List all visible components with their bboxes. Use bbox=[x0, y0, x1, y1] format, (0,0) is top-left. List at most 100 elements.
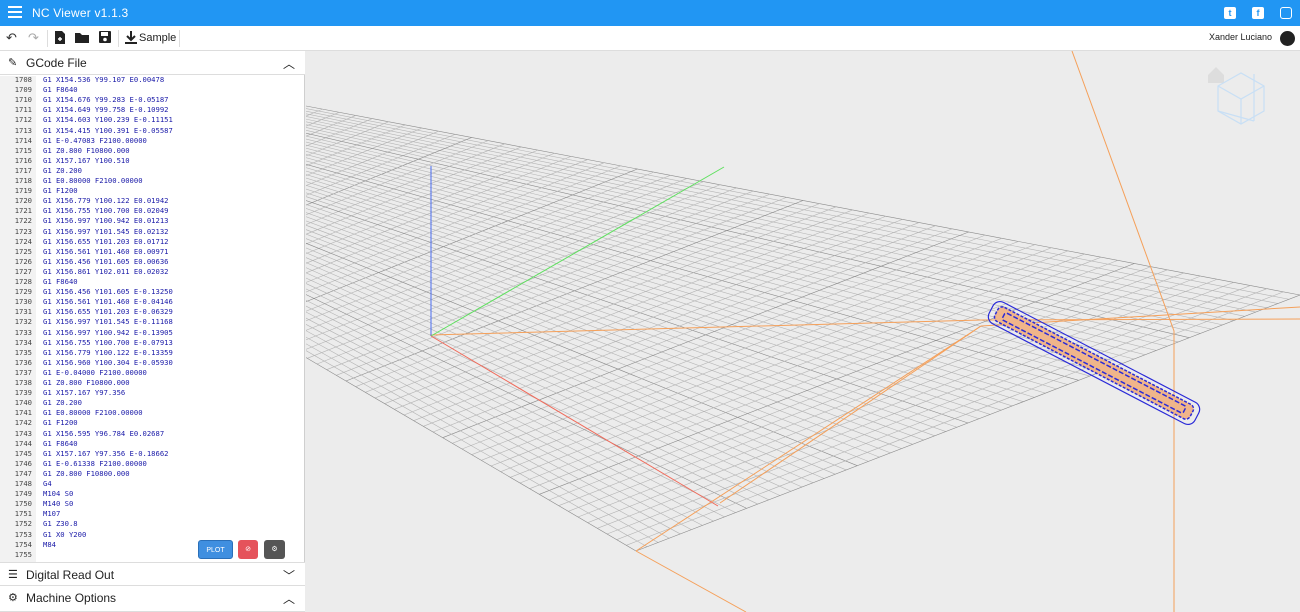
line-number: 1725 bbox=[14, 246, 32, 256]
gcode-line[interactable]: 1717 G1 Z0.200 bbox=[0, 166, 304, 176]
line-number: 1722 bbox=[14, 216, 32, 226]
gcode-line[interactable]: 1740 G1 Z0.200 bbox=[0, 398, 304, 408]
gcode-line[interactable]: 1730 G1 X156.561 Y101.460 E-0.04146 bbox=[0, 297, 304, 307]
view-cube-icon[interactable] bbox=[1217, 72, 1265, 125]
hamburger-menu-icon[interactable] bbox=[8, 6, 22, 20]
gcode-line[interactable]: 1710 G1 X154.676 Y99.283 E-0.05187 bbox=[0, 95, 304, 105]
sample-button[interactable]: Sample bbox=[139, 30, 176, 47]
plot-button[interactable]: PLOT bbox=[198, 540, 233, 559]
gcode-line[interactable]: 1727 G1 X156.861 Y102.011 E0.02032 bbox=[0, 267, 304, 277]
3d-scene[interactable] bbox=[306, 51, 1300, 612]
grid-line bbox=[306, 162, 605, 283]
gcode-line[interactable]: 1751 M107 bbox=[0, 509, 304, 519]
instagram-icon[interactable] bbox=[1280, 7, 1292, 19]
line-number: 1731 bbox=[14, 307, 32, 317]
gcode-panel-header[interactable]: ✎ GCode File ︿ bbox=[0, 51, 305, 75]
gcode-line[interactable]: 1714 G1 E-0.47083 F2100.00000 bbox=[0, 136, 304, 146]
user-name[interactable]: Xander Luciano bbox=[1209, 32, 1272, 42]
undo-icon[interactable]: ↶ bbox=[6, 30, 17, 47]
gcode-line[interactable]: 1733 G1 X156.997 Y100.942 E-0.13905 bbox=[0, 328, 304, 338]
gcode-line[interactable]: 1739 G1 X157.167 Y97.356 bbox=[0, 388, 304, 398]
title-bar: NC Viewer v1.1.3 t f bbox=[0, 0, 1300, 26]
line-number: 1750 bbox=[14, 499, 32, 509]
stop-icon[interactable]: ⊘ bbox=[238, 540, 258, 559]
gcode-line[interactable]: 1729 G1 X156.456 Y101.605 E-0.13250 bbox=[0, 287, 304, 297]
settings-gear-icon[interactable]: ⚙ bbox=[264, 540, 285, 559]
gcode-line[interactable]: 1741 G1 E0.80000 F2100.00000 bbox=[0, 408, 304, 418]
gcode-line[interactable]: 1723 G1 X156.997 Y101.545 E0.02132 bbox=[0, 227, 304, 237]
gcode-line[interactable]: 1718 G1 E0.80000 F2100.00000 bbox=[0, 176, 304, 186]
gcode-line[interactable]: 1719 G1 F1200 bbox=[0, 186, 304, 196]
gcode-line[interactable]: 1712 G1 X154.603 Y100.239 E-0.11151 bbox=[0, 115, 304, 125]
gcode-line[interactable]: 1742 G1 F1200 bbox=[0, 418, 304, 428]
line-number: 1721 bbox=[14, 206, 32, 216]
redo-icon[interactable]: ↷ bbox=[28, 30, 39, 47]
line-number: 1749 bbox=[14, 489, 32, 499]
gcode-line[interactable]: 1735 G1 X156.779 Y100.122 E-0.13359 bbox=[0, 348, 304, 358]
line-number: 1745 bbox=[14, 448, 32, 458]
open-folder-icon[interactable] bbox=[74, 30, 91, 47]
new-file-icon[interactable] bbox=[54, 30, 66, 47]
chevron-up-icon[interactable]: ︿ bbox=[283, 590, 295, 607]
twitter-icon[interactable]: t bbox=[1224, 7, 1236, 19]
grid-line bbox=[568, 272, 1185, 512]
gcode-line[interactable]: 1728 G1 F8640 bbox=[0, 277, 304, 287]
gcode-line[interactable]: 1713 G1 X154.415 Y100.391 E-0.05587 bbox=[0, 126, 304, 136]
gcode-panel-title: GCode File bbox=[26, 56, 87, 70]
grid-line bbox=[577, 275, 1201, 518]
grid-line bbox=[306, 159, 588, 274]
save-icon[interactable] bbox=[98, 30, 112, 47]
dro-panel-title: Digital Read Out bbox=[26, 568, 115, 582]
line-number: 1735 bbox=[14, 347, 32, 357]
grid-line bbox=[306, 141, 1157, 351]
grid-line bbox=[306, 167, 1068, 385]
gcode-line[interactable]: 1734 G1 X156.755 Y100.700 E-0.07913 bbox=[0, 338, 304, 348]
gcode-line[interactable]: 1746 G1 E-0.61338 F2100.00000 bbox=[0, 459, 304, 469]
grid-line bbox=[306, 311, 714, 522]
gcode-line[interactable]: 1736 G1 X156.960 Y100.304 E-0.05930 bbox=[0, 358, 304, 368]
gcode-command: G1 X156.779 Y100.122 E0.01942 bbox=[43, 196, 169, 206]
gcode-line[interactable]: 1748 G4 bbox=[0, 479, 304, 489]
gcode-line[interactable]: 1709 G1 F8640 bbox=[0, 85, 304, 95]
grid-line bbox=[306, 357, 637, 552]
home-icon[interactable] bbox=[1208, 67, 1224, 83]
chevron-up-icon[interactable]: ︿ bbox=[283, 55, 295, 72]
gcode-line[interactable]: 1745 G1 X157.167 Y97.356 E-0.18662 bbox=[0, 449, 304, 459]
gcode-line[interactable]: 1753 G1 X0 Y200 bbox=[0, 530, 304, 540]
chevron-down-icon[interactable]: ﹀ bbox=[283, 567, 295, 584]
3d-viewport[interactable] bbox=[306, 51, 1300, 612]
gcode-line[interactable]: 1738 G1 Z0.800 F10800.000 bbox=[0, 378, 304, 388]
gcode-command: G1 Z0.800 F10800.000 bbox=[43, 378, 130, 387]
gcode-command: G1 X0 Y200 bbox=[43, 529, 87, 539]
gcode-line[interactable]: 1737 G1 E-0.04000 F2100.00000 bbox=[0, 368, 304, 378]
gcode-line[interactable]: 1747 G1 Z0.800 F10800.000 bbox=[0, 469, 304, 479]
gcode-editor[interactable]: 1708 G1 X154.536 Y99.107 E0.00478 1709 G1 F… bbox=[0, 76, 304, 562]
gcode-line[interactable]: 1726 G1 X156.456 Y101.605 E0.00636 bbox=[0, 257, 304, 267]
gcode-line[interactable]: 1744 G1 F8640 bbox=[0, 439, 304, 449]
gcode-line[interactable]: 1724 G1 X156.655 Y101.203 E0.01712 bbox=[0, 237, 304, 247]
gcode-line[interactable]: 1722 G1 X156.997 Y100.942 E0.01213 bbox=[0, 216, 304, 226]
gcode-line[interactable]: 1749 M104 S0 bbox=[0, 489, 304, 499]
gcode-line[interactable]: 1721 G1 X156.755 Y100.700 E0.02049 bbox=[0, 206, 304, 216]
grid-line bbox=[306, 118, 1245, 317]
gcode-command: G1 X156.561 Y101.460 E0.00971 bbox=[43, 246, 169, 256]
gcode-line[interactable]: 1725 G1 X156.561 Y101.460 E0.00971 bbox=[0, 247, 304, 257]
line-number: 1742 bbox=[14, 418, 32, 428]
gcode-line[interactable]: 1732 G1 X156.997 Y101.545 E-0.11168 bbox=[0, 317, 304, 327]
gcode-line[interactable]: 1716 G1 X157.167 Y100.510 bbox=[0, 156, 304, 166]
dashboard-gauge-icon[interactable] bbox=[1280, 31, 1295, 46]
gcode-line[interactable]: 1708 G1 X154.536 Y99.107 E0.00478 bbox=[0, 76, 304, 85]
gcode-line[interactable]: 1720 G1 X156.779 Y100.122 E0.01942 bbox=[0, 196, 304, 206]
gcode-line[interactable]: 1752 G1 Z30.8 bbox=[0, 519, 304, 529]
gcode-line[interactable]: 1755 bbox=[0, 550, 304, 560]
line-number: 1717 bbox=[14, 165, 32, 175]
facebook-icon[interactable]: f bbox=[1252, 7, 1264, 19]
gcode-line[interactable]: 1750 M140 S0 bbox=[0, 499, 304, 509]
gcode-line[interactable]: 1731 G1 X156.655 Y101.203 E-0.06329 bbox=[0, 307, 304, 317]
gcode-line[interactable]: 1754 M84 bbox=[0, 540, 304, 550]
machine-options-panel-header[interactable]: ⚙ Machine Options ︿ bbox=[0, 586, 305, 612]
gcode-line[interactable]: 1743 G1 X156.595 Y96.784 E0.02687 bbox=[0, 429, 304, 439]
gcode-line[interactable]: 1711 G1 X154.649 Y99.758 E-0.10992 bbox=[0, 105, 304, 115]
gcode-line[interactable]: 1715 G1 Z0.800 F10800.000 bbox=[0, 146, 304, 156]
dro-panel-header[interactable]: ☰ Digital Read Out ﹀ bbox=[0, 562, 305, 586]
